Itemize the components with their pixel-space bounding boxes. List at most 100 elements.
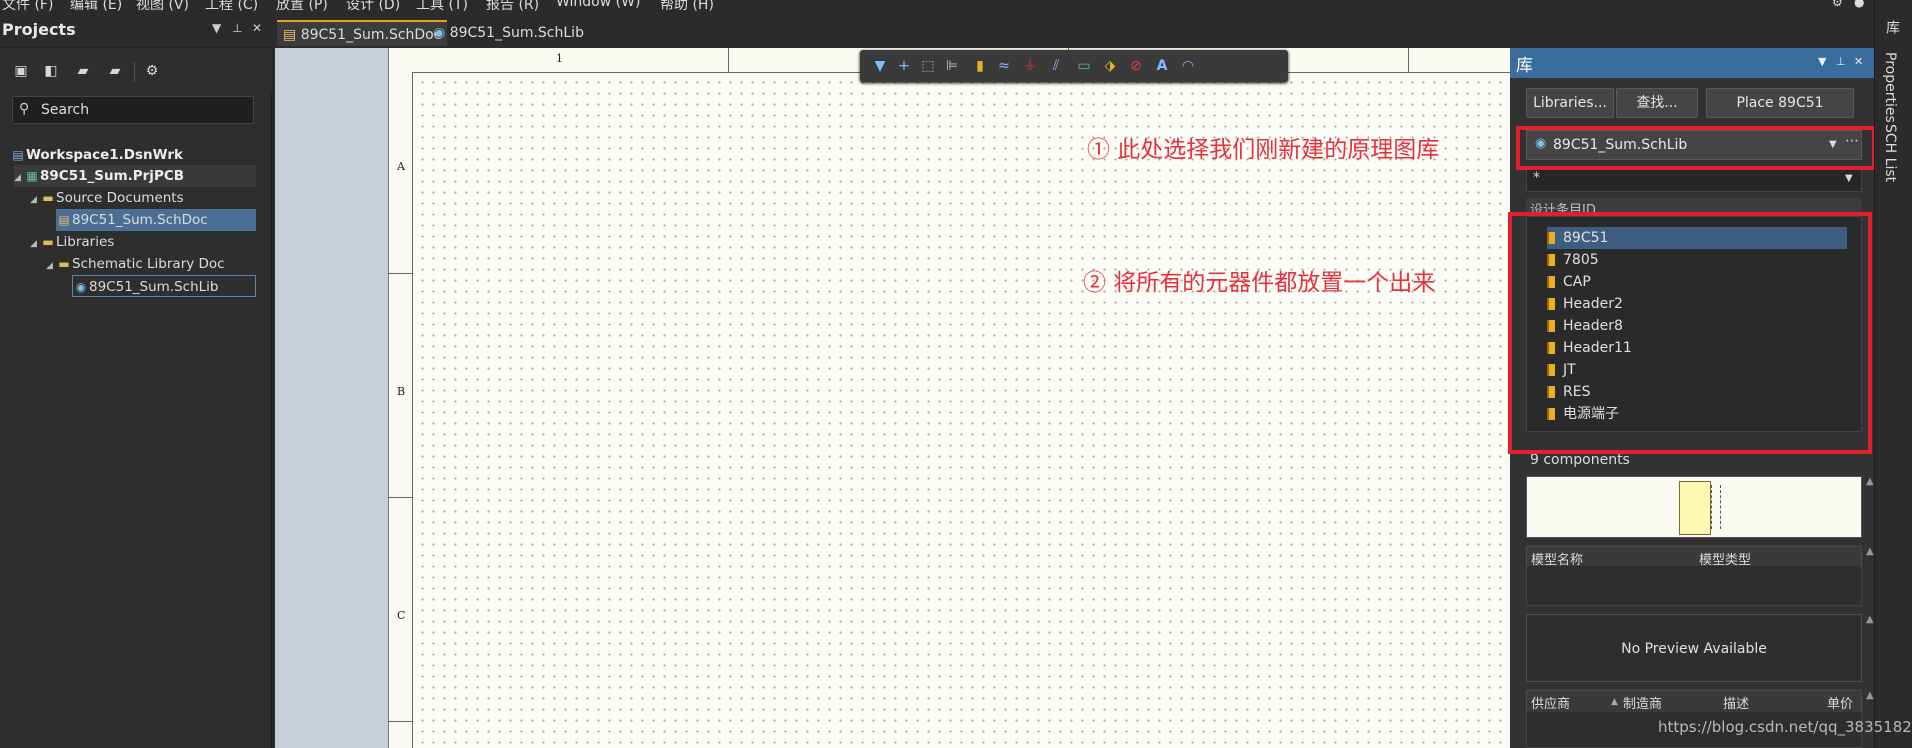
tab-schlib[interactable]: ◉ 89C51_Sum.SchLib <box>427 20 590 46</box>
menu-place[interactable]: 放置 (P) <box>276 0 328 12</box>
schematic-library-icon: ◉ <box>433 25 446 41</box>
zone-divider <box>388 721 412 722</box>
close-icon[interactable]: ✕ <box>1854 55 1863 68</box>
unit-price-column[interactable]: 单价 <box>1827 693 1853 712</box>
supplier-column[interactable]: 供应商 <box>1531 693 1570 712</box>
menu-tools[interactable]: 工具 (T) <box>416 0 468 12</box>
gear-icon[interactable]: ⚙ <box>1832 0 1843 9</box>
pin-icon[interactable]: ⊥ <box>1836 55 1846 68</box>
chevron-down-icon[interactable]: ▼ <box>1845 173 1853 184</box>
zone-divider <box>1408 48 1409 72</box>
align-icon[interactable]: ⊫ <box>942 57 962 75</box>
collapse-arrow-icon[interactable]: ◢ <box>30 233 40 255</box>
notification-icon[interactable]: ● <box>1854 0 1864 9</box>
tree-item-schdoc[interactable]: ▤ 89C51_Sum.SchDoc <box>56 209 256 231</box>
scroll-up-icon[interactable]: ▲ <box>1866 690 1874 701</box>
menu-project[interactable]: 工程 (C) <box>205 0 258 12</box>
projects-panel: Projects ▼ ⊥ ✕ ▣ ◧ ▰ ▰ ⚙ ⚲ ▤Workspace1.D… <box>0 12 272 748</box>
zone-divider <box>388 497 412 498</box>
panel-menu-icon[interactable]: ▼ <box>1818 55 1826 68</box>
zone-row-label: B <box>397 385 406 398</box>
menu-view[interactable]: 视图 (V) <box>136 0 189 12</box>
zone-row-label: A <box>397 160 405 173</box>
collapse-arrow-icon[interactable]: ◢ <box>14 167 24 189</box>
tree-item-schlib[interactable]: ◉ 89C51_Sum.SchLib <box>72 275 256 297</box>
model-preview-area: No Preview Available <box>1526 614 1862 682</box>
schematic-library-icon: ◉ <box>75 280 87 294</box>
project-search-box[interactable]: ⚲ <box>12 96 254 124</box>
manufacturer-column[interactable]: 制造商 <box>1623 693 1662 712</box>
collapse-arrow-icon[interactable]: ◢ <box>46 255 56 277</box>
filter-icon[interactable]: ▼ <box>870 57 890 75</box>
annotation-step2: ② 将所有的元器件都放置一个出来 <box>1083 270 1436 296</box>
collapse-arrow-icon[interactable]: ◢ <box>30 189 40 211</box>
scroll-up-icon[interactable]: ▲ <box>1866 476 1874 487</box>
symbol-preview <box>1526 476 1862 538</box>
zone-row-label: C <box>397 609 406 622</box>
watermark-url: https://blog.csdn.net/qq_38351824 <box>1658 718 1912 736</box>
tab-schdoc[interactable]: ▤ 89C51_Sum.SchDoc <box>277 20 448 46</box>
save-icon[interactable]: ▣ <box>12 62 30 80</box>
sheet-symbol-icon[interactable]: ▭ <box>1074 57 1094 75</box>
power-port-icon[interactable]: ⏚ <box>1020 57 1040 75</box>
description-column[interactable]: 描述 <box>1723 693 1749 712</box>
vertical-tab-sch-list[interactable]: SCH List <box>1882 124 1898 182</box>
zone-column-label: 1 <box>556 52 563 65</box>
tree-item-project[interactable]: ◢ ▦ 89C51_Sum.PrjPCB <box>14 165 256 187</box>
libraries-button[interactable]: Libraries... <box>1526 88 1614 118</box>
schematic-sheet-grid[interactable] <box>412 72 1510 748</box>
component-symbol-graphic <box>1679 481 1711 535</box>
project-search-input[interactable] <box>39 100 239 120</box>
select-rectangle-icon[interactable]: ⬚ <box>918 57 938 75</box>
projects-panel-title: Projects <box>2 20 76 39</box>
annotation-step1: ① 此处选择我们刚新建的原理图库 <box>1087 137 1440 163</box>
search-button[interactable]: 查找... <box>1616 88 1698 118</box>
folder-icon: ▬ <box>42 191 54 205</box>
sort-icon[interactable]: ▲ <box>1611 697 1618 707</box>
filter-mask-value: * <box>1533 170 1540 186</box>
menu-bar: 文件 (F) 编辑 (E) 视图 (V) 工程 (C) 放置 (P) 设计 (D… <box>0 0 1912 12</box>
arc-icon[interactable]: ◠ <box>1178 57 1198 75</box>
vertical-tab-library[interactable]: 库 <box>1882 20 1902 34</box>
library-panel-title: 库 <box>1516 56 1533 76</box>
move-crosshair-icon[interactable]: + <box>894 57 914 75</box>
scroll-up-icon[interactable]: ▲ <box>1866 614 1874 625</box>
close-icon[interactable]: ✕ <box>252 21 262 35</box>
save-all-icon[interactable]: ◧ <box>42 62 60 80</box>
supplier-table-header: 供应商 ▲ 制造商 描述 单价 <box>1526 690 1862 714</box>
highlight-library-selector <box>1516 126 1876 170</box>
menu-file[interactable]: 文件 (F) <box>2 0 53 12</box>
tree-item-schematic-library-doc[interactable]: ◢ ▬ Schematic Library Doc <box>46 253 225 275</box>
menu-edit[interactable]: 编辑 (E) <box>70 0 122 12</box>
folder-icon: ▬ <box>58 257 70 271</box>
schematic-doc-icon: ▤ <box>283 27 297 43</box>
menu-help[interactable]: 帮助 (H) <box>660 0 714 12</box>
place-wire-icon[interactable]: ≈ <box>994 57 1014 75</box>
menu-reports[interactable]: 报告 (R) <box>486 0 539 12</box>
menu-window[interactable]: Window (W) <box>556 0 640 10</box>
projects-panel-header: Projects ▼ ⊥ ✕ <box>0 12 272 48</box>
open-folder-icon[interactable]: ▰ <box>74 62 92 80</box>
menu-design[interactable]: 设计 (D) <box>346 0 400 12</box>
open-project-icon[interactable]: ▰ <box>106 62 124 80</box>
active-bar-toolbar: ▼ + ⬚ ⊫ ▮ ≈ ⏚ ⫽ ▭ ⬗ ⊘ A ◠ <box>860 50 1288 82</box>
text-icon[interactable]: A <box>1152 57 1172 75</box>
port-icon[interactable]: ⬗ <box>1100 57 1120 75</box>
pin-icon[interactable]: ⊥ <box>232 21 242 35</box>
settings-icon[interactable]: ⚙ <box>143 62 161 80</box>
folder-icon: ▬ <box>42 235 54 249</box>
place-component-button[interactable]: Place 89C51 <box>1706 88 1854 118</box>
scroll-up-icon[interactable]: ▲ <box>1866 546 1874 557</box>
right-panel-strip: 库 Properties SCH List <box>1874 0 1912 748</box>
directive-icon[interactable]: ⊘ <box>1126 57 1146 75</box>
tree-item-workspace[interactable]: ▤ Workspace1.DsnWrk <box>10 144 183 166</box>
vertical-tab-properties[interactable]: Properties <box>1882 52 1898 123</box>
zone-divider <box>388 273 412 274</box>
tree-item-libraries[interactable]: ◢ ▬ Libraries <box>30 231 114 253</box>
place-part-icon[interactable]: ▮ <box>970 57 990 75</box>
bus-icon[interactable]: ⫽ <box>1046 57 1066 75</box>
panel-menu-icon[interactable]: ▼ <box>212 21 221 35</box>
tree-item-source-documents[interactable]: ◢ ▬ Source Documents <box>30 187 184 209</box>
component-count: 9 components <box>1530 452 1630 468</box>
workspace-icon: ▤ <box>12 148 24 162</box>
